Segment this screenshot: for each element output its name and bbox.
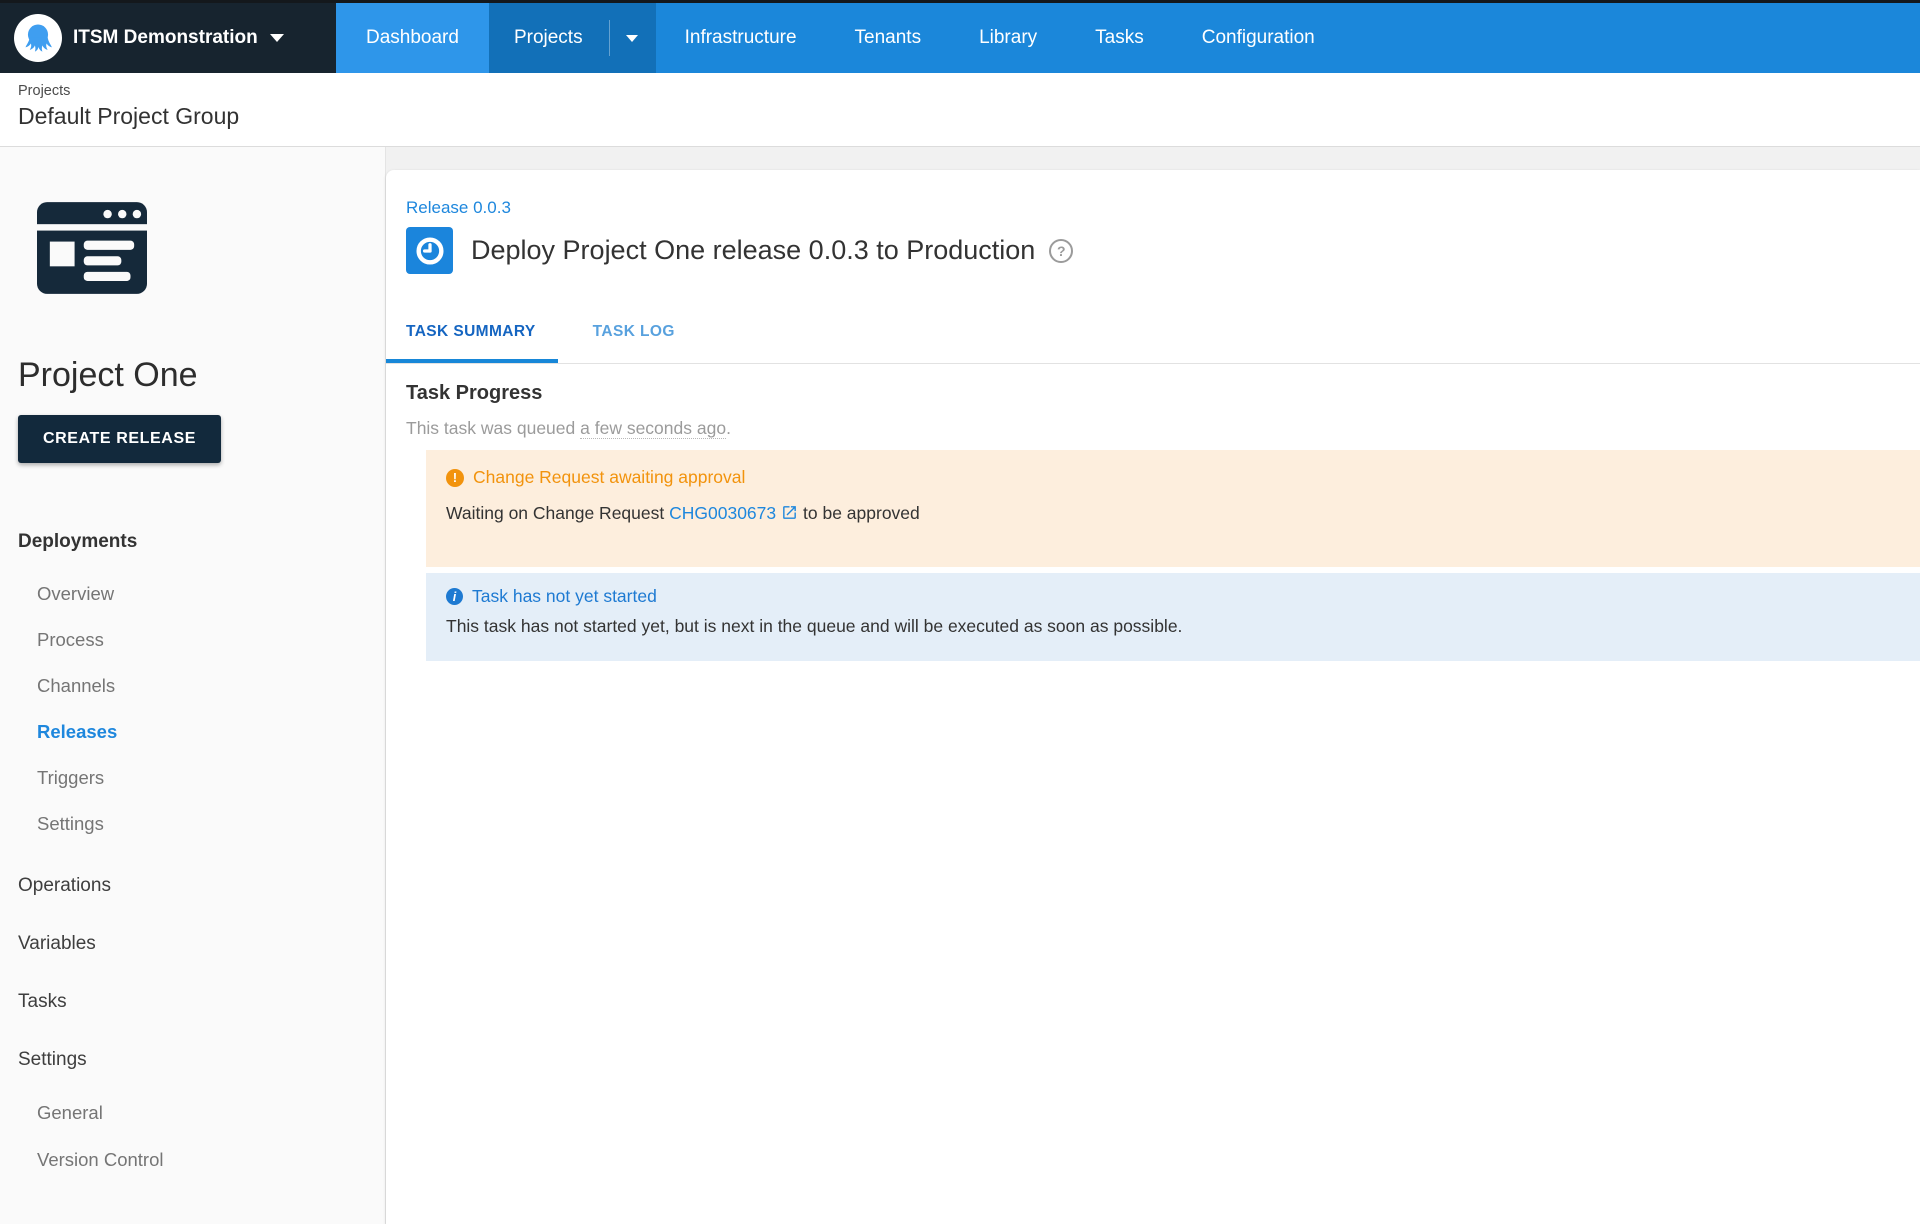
create-release-button[interactable]: CREATE RELEASE (18, 415, 221, 463)
project-name: Project One (18, 356, 385, 395)
chevron-down-icon (270, 34, 284, 42)
warning-body-prefix: Waiting on Change Request (446, 503, 669, 523)
top-navbar: ITSM Demonstration Dashboard Projects In… (0, 3, 1920, 73)
sidebar-item-process[interactable]: Process (0, 617, 385, 663)
main-area: Release 0.0.3 Deploy Project One release… (386, 147, 1920, 1224)
sidebar-item-releases[interactable]: Releases (0, 709, 385, 755)
nav-item-projects[interactable]: Projects (489, 3, 656, 73)
sidebar-item-version-control[interactable]: Version Control (0, 1136, 385, 1183)
tab-task-log[interactable]: TASK LOG (573, 301, 697, 363)
nav-item-tenants[interactable]: Tenants (826, 3, 951, 73)
release-link[interactable]: Release 0.0.3 (406, 198, 511, 218)
change-request-link[interactable]: CHG0030673 (669, 503, 776, 523)
task-tabs: TASK SUMMARY TASK LOG (386, 301, 1920, 364)
queued-prefix: This task was queued (406, 418, 580, 438)
nav-item-infrastructure[interactable]: Infrastructure (656, 3, 826, 73)
sidebar-item-settings[interactable]: Settings (0, 1031, 385, 1089)
sidebar-item-triggers[interactable]: Triggers (0, 755, 385, 801)
nav-projects-label[interactable]: Projects (489, 3, 609, 73)
task-not-started-banner: i Task has not yet started This task has… (426, 573, 1920, 661)
task-card: Release 0.0.3 Deploy Project One release… (386, 170, 1920, 1224)
sidebar-item-channels[interactable]: Channels (0, 663, 385, 709)
breadcrumb-projects-link[interactable]: Projects (18, 83, 1920, 99)
tab-task-summary[interactable]: TASK SUMMARY (386, 301, 558, 363)
octopus-logo-icon (14, 14, 62, 62)
sidebar-item-variables[interactable]: Variables (0, 915, 385, 973)
sidebar-item-general[interactable]: General (0, 1089, 385, 1136)
nav-item-library[interactable]: Library (950, 3, 1066, 73)
info-icon: i (446, 588, 463, 605)
sidebar-nav: Deployments Overview Process Channels Re… (0, 527, 385, 1183)
space-switcher[interactable]: ITSM Demonstration (0, 3, 336, 73)
space-name: ITSM Demonstration (73, 27, 258, 49)
warning-body-suffix: to be approved (798, 503, 920, 523)
change-request-warning-banner: ! Change Request awaiting approval Waiti… (426, 450, 1920, 567)
project-logo-icon (37, 202, 147, 294)
nav-projects-dropdown[interactable] (610, 3, 656, 73)
nav-item-configuration[interactable]: Configuration (1173, 3, 1344, 73)
sidebar-item-tasks[interactable]: Tasks (0, 973, 385, 1031)
warning-title: Change Request awaiting approval (473, 467, 745, 488)
sidebar-item-deployment-settings[interactable]: Settings (0, 801, 385, 847)
info-title: Task has not yet started (472, 586, 657, 607)
warning-body: Waiting on Change Request CHG0030673 to … (446, 503, 1900, 524)
page-title: Default Project Group (18, 103, 1920, 130)
info-body: This task has not started yet, but is ne… (446, 616, 1900, 637)
queued-suffix: . (726, 418, 731, 438)
nav-item-dashboard[interactable]: Dashboard (336, 3, 489, 73)
external-link-icon[interactable] (781, 504, 798, 521)
task-queued-clock-icon (406, 227, 453, 274)
chevron-down-icon (626, 35, 638, 42)
queued-status-text: This task was queued a few seconds ago. (406, 418, 1920, 439)
sidebar-item-deployments[interactable]: Deployments (0, 527, 385, 557)
nav-item-tasks[interactable]: Tasks (1066, 3, 1173, 73)
project-sidebar: Project One CREATE RELEASE Deployments O… (0, 147, 386, 1224)
breadcrumb: Projects Default Project Group (0, 73, 1920, 147)
help-icon[interactable]: ? (1049, 239, 1073, 263)
sidebar-item-operations[interactable]: Operations (0, 857, 385, 915)
warning-icon: ! (446, 469, 464, 487)
task-title: Deploy Project One release 0.0.3 to Prod… (471, 235, 1035, 266)
sidebar-item-overview[interactable]: Overview (0, 571, 385, 617)
queued-time[interactable]: a few seconds ago (580, 418, 726, 439)
section-title: Task Progress (406, 382, 1920, 405)
